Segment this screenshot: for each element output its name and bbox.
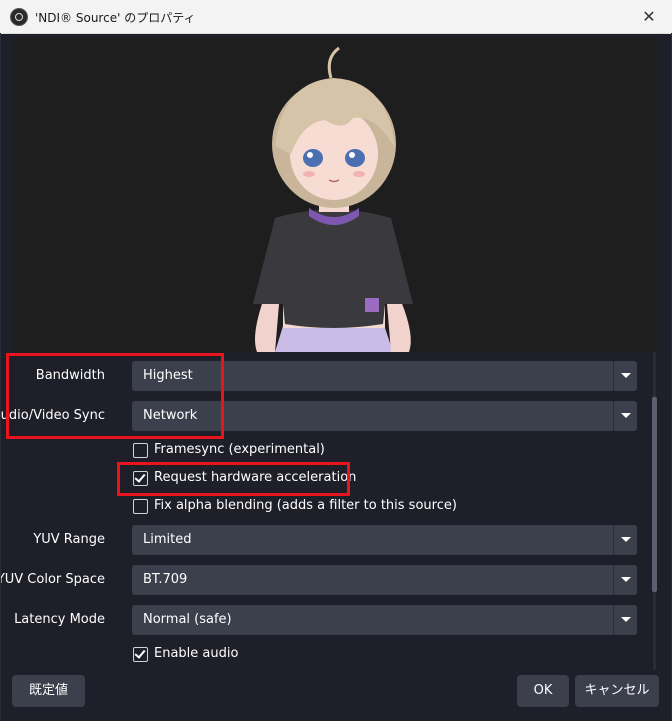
chevron-down-icon[interactable] [613,401,637,431]
avatar-preview-image [13,36,657,352]
enable-audio-label: Enable audio [154,646,239,661]
chevron-down-icon[interactable] [613,565,637,595]
obs-app-icon [10,8,28,26]
chevron-down-icon[interactable] [613,361,637,391]
source-preview [13,36,657,352]
window-title: 'NDI® Source' のプロパティ [35,11,196,25]
annotation-highlight-hw-accel [117,462,350,496]
window-border-left [0,33,1,721]
latency-mode-dropdown[interactable]: Normal (safe) [132,605,637,635]
yuv-range-value: Limited [143,532,192,547]
title-bar: 'NDI® Source' のプロパティ ✕ [0,0,672,34]
chevron-down-icon[interactable] [613,525,637,555]
checkbox-box[interactable] [133,499,148,514]
latency-mode-label: Latency Mode [14,612,105,627]
chevron-down-icon[interactable] [613,605,637,635]
checkbox-box-checked[interactable] [133,647,148,662]
latency-mode-value: Normal (safe) [143,612,232,627]
annotation-highlight-bandwidth-sync [6,353,224,439]
yuv-range-dropdown[interactable]: Limited [132,525,637,555]
defaults-button[interactable]: 既定値 [12,675,85,707]
ok-button[interactable]: OK [517,675,569,707]
checkbox-box[interactable] [133,443,148,458]
scrollbar-thumb[interactable] [652,397,657,592]
framesync-label: Framesync (experimental) [154,442,325,457]
yuv-color-space-dropdown[interactable]: BT.709 [132,565,637,595]
fix-alpha-label: Fix alpha blending (adds a filter to thi… [154,498,457,513]
yuv-color-space-label: YUV Color Space [0,572,105,587]
yuv-range-label: YUV Range [33,532,105,547]
cancel-button[interactable]: キャンセル [575,675,659,707]
settings-scrollbar[interactable] [650,352,659,670]
close-icon[interactable]: ✕ [626,0,672,33]
yuv-color-space-value: BT.709 [143,572,188,587]
